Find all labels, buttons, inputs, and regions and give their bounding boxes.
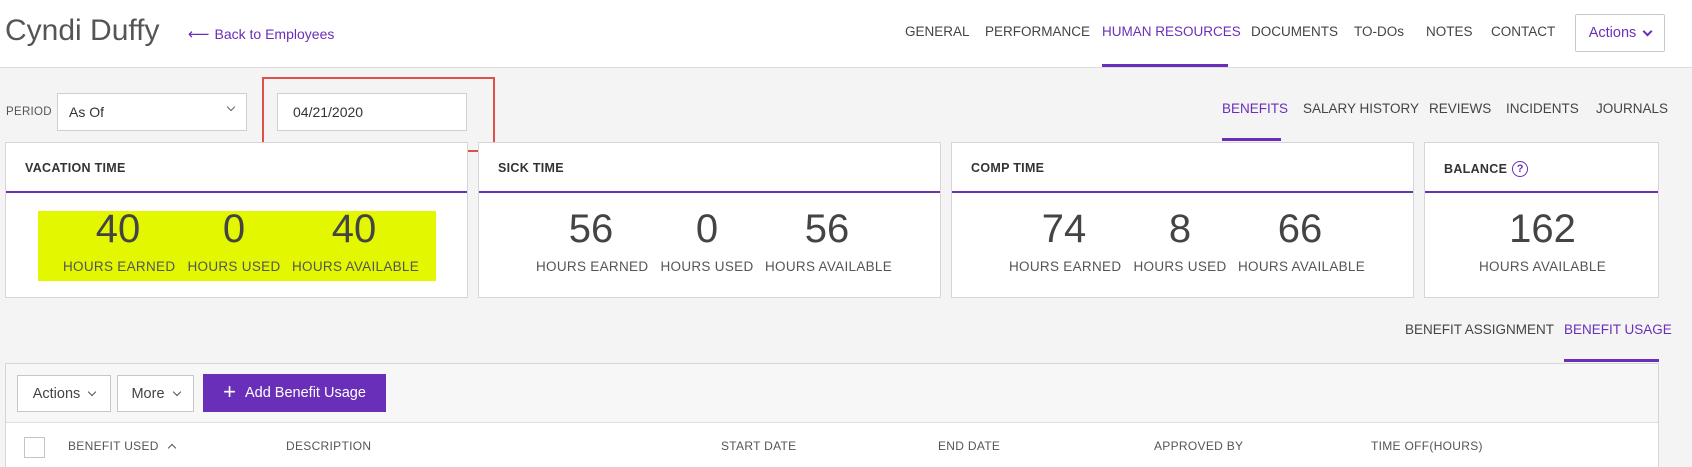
stat-value: 40 (95, 207, 141, 251)
chevron-down-icon (88, 387, 97, 396)
balance-hours-available: 162 HOURS AVAILABLE (1475, 209, 1610, 274)
comp-hours-used: 8 HOURS USED (1132, 209, 1228, 274)
stat-label: HOURS AVAILABLE (1478, 259, 1607, 274)
period-label: PERIOD (6, 106, 52, 118)
tab-general[interactable]: GENERAL (905, 24, 970, 39)
more-button[interactable]: More (117, 375, 194, 412)
comp-time-card: COMP TIME 74 HOURS EARNED 8 HOURS USED 6… (951, 142, 1414, 298)
arrow-left-icon: ⟵ (188, 26, 210, 43)
tab-documents[interactable]: DOCUMENTS (1251, 24, 1338, 39)
add-label: Add Benefit Usage (244, 385, 366, 401)
tab-todos[interactable]: TO-DOs (1354, 24, 1404, 39)
table-toolbar: Actions More + Add Benefit Usage (6, 364, 1658, 423)
stat-value: 0 (695, 207, 719, 251)
stat-value: 0 (222, 207, 246, 251)
page-header: Cyndi Duffy ⟵ Back to Employees GENERAL … (0, 0, 1692, 68)
stat-value: 56 (804, 207, 850, 251)
balance-title: BALANCE (1444, 162, 1508, 176)
subtab-salary-history[interactable]: SALARY HISTORY (1303, 101, 1419, 116)
sort-asc-icon (167, 443, 176, 452)
column-label: BENEFIT USED (68, 439, 159, 453)
column-approved-by[interactable]: APPROVED BY (1154, 439, 1243, 453)
tab-performance[interactable]: PERFORMANCE (985, 24, 1090, 39)
tab-notes[interactable]: NOTES (1426, 24, 1473, 39)
stat-label: HOURS EARNED (63, 259, 176, 274)
column-start-date[interactable]: START DATE (721, 439, 796, 453)
comp-hours-available: 66 HOURS AVAILABLE (1238, 207, 1366, 274)
stat-label: HOURS USED (660, 259, 754, 274)
vacation-hours-earned: 40 HOURS EARNED (63, 207, 176, 274)
column-description[interactable]: DESCRIPTION (286, 439, 371, 453)
more-label: More (131, 385, 165, 402)
sick-hours-used: 0 HOURS USED (659, 209, 755, 274)
tab-benefit-assignment[interactable]: BENEFIT ASSIGNMENT (1405, 322, 1554, 337)
add-benefit-usage-button[interactable]: + Add Benefit Usage (203, 374, 386, 412)
card-title: VACATION TIME (25, 161, 126, 175)
stat-label: HOURS AVAILABLE (765, 259, 893, 274)
card-title: COMP TIME (971, 161, 1045, 175)
header-actions-button[interactable]: Actions (1575, 14, 1665, 52)
stat-value: 40 (331, 207, 377, 251)
subtab-reviews[interactable]: REVIEWS (1429, 101, 1491, 116)
plus-icon: + (223, 379, 236, 404)
employee-name: Cyndi Duffy (5, 14, 160, 47)
column-time-off-hours[interactable]: TIME OFF(HOURS) (1371, 439, 1483, 453)
chevron-down-icon (226, 102, 236, 112)
help-icon[interactable]: ? (1512, 161, 1529, 177)
back-to-employees-link[interactable]: ⟵ Back to Employees (188, 25, 334, 43)
chevron-down-icon (1642, 26, 1653, 36)
vacation-hours-available: 40 HOURS AVAILABLE (292, 207, 420, 274)
actions-label: Actions (32, 385, 81, 402)
column-benefit-used[interactable]: BENEFIT USED (68, 439, 176, 453)
card-divider (479, 191, 940, 193)
stat-value: 162 (1509, 207, 1576, 251)
sick-hours-earned: 56 HOURS EARNED (536, 207, 649, 274)
stat-label: HOURS EARNED (536, 259, 649, 274)
card-divider (6, 191, 467, 193)
subtab-journals[interactable]: JOURNALS (1596, 101, 1668, 116)
benefit-usage-panel: Actions More + Add Benefit Usage BENEFIT… (5, 363, 1659, 467)
stat-label: HOURS AVAILABLE (1238, 259, 1366, 274)
comp-hours-earned: 74 HOURS EARNED (1009, 207, 1122, 274)
tab-human-resources[interactable]: HUMAN RESOURCES (1102, 24, 1241, 39)
period-select[interactable]: As Of (57, 93, 247, 131)
card-divider (1425, 191, 1658, 193)
tab-contact[interactable]: CONTACT (1491, 24, 1555, 39)
column-end-date[interactable]: END DATE (938, 439, 1000, 453)
stat-value: 74 (1041, 207, 1087, 251)
vacation-hours-used: 0 HOURS USED (186, 209, 282, 274)
stat-label: HOURS USED (187, 259, 281, 274)
stat-label: HOURS EARNED (1009, 259, 1122, 274)
actions-label: Actions (1588, 25, 1637, 41)
chevron-down-icon (172, 387, 181, 396)
active-tab-underline (1102, 64, 1228, 67)
card-title: BALANCE ? (1444, 161, 1529, 177)
subtab-benefits[interactable]: BENEFITS (1222, 101, 1288, 116)
stat-label: HOURS USED (1133, 259, 1227, 274)
sick-time-card: SICK TIME 56 HOURS EARNED 0 HOURS USED 5… (478, 142, 941, 298)
stat-value: 8 (1168, 207, 1192, 251)
period-select-value: As Of (69, 104, 105, 120)
balance-card: BALANCE ? 162 HOURS AVAILABLE (1424, 142, 1659, 298)
subtab-incidents[interactable]: INCIDENTS (1506, 101, 1579, 116)
active-benefit-tab-underline (1564, 359, 1659, 362)
tab-benefit-usage[interactable]: BENEFIT USAGE (1564, 322, 1672, 337)
table-actions-button[interactable]: Actions (17, 375, 111, 412)
select-all-checkbox[interactable] (24, 437, 45, 458)
back-link-label: Back to Employees (214, 26, 335, 42)
active-subtab-underline (1222, 138, 1281, 141)
card-divider (952, 191, 1413, 193)
as-of-date-input[interactable] (277, 93, 467, 131)
sick-hours-available: 56 HOURS AVAILABLE (765, 207, 893, 274)
stat-value: 66 (1277, 207, 1323, 251)
card-title: SICK TIME (498, 161, 564, 175)
vacation-time-card: VACATION TIME 40 HOURS EARNED 0 HOURS US… (5, 142, 468, 298)
stat-value: 56 (568, 207, 614, 251)
stat-label: HOURS AVAILABLE (292, 259, 420, 274)
